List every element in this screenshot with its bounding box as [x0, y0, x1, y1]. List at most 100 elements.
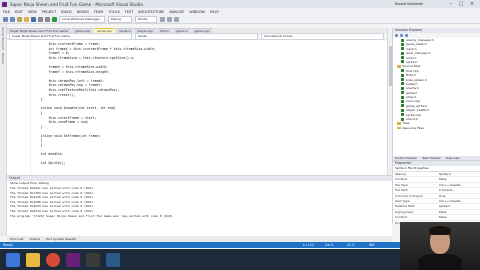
solution-tree-label: level_manager.h	[406, 51, 431, 56]
solution-tree-label: sound.h	[406, 117, 418, 122]
solution-tree-label: main.h	[406, 55, 417, 60]
menu-item-help[interactable]: HELP	[210, 10, 219, 14]
status-ready: Ready	[3, 243, 13, 247]
webcam-overlay	[400, 222, 480, 270]
property-name: Relative Path	[395, 204, 415, 209]
solution-tree-label: Source Files	[402, 64, 421, 69]
property-name: File Type	[395, 182, 408, 187]
collapse-icon[interactable]	[405, 34, 408, 37]
menu-item-edit[interactable]: EDIT	[15, 10, 23, 14]
menu-item-debug[interactable]: DEBUG	[77, 10, 89, 14]
server-explorer-tab[interactable]: Server Explorer	[1, 27, 5, 50]
property-value[interactable]: Sprite.h	[439, 172, 479, 176]
member-dropdown[interactable]: Animate(int frame)	[261, 33, 384, 40]
solution-tree-label: HUD.h	[406, 73, 416, 78]
close-button[interactable]: ×	[468, 1, 476, 7]
property-name: Content	[395, 215, 407, 220]
property-value[interactable]: True	[439, 194, 479, 198]
status-bar: Ready Ln 112 Col 5 Ch 5 INS	[0, 242, 400, 248]
maximize-button[interactable]: □	[457, 1, 465, 7]
menu-item-analyze[interactable]: ANALYZE	[169, 10, 184, 14]
code-line: int Sprite();	[33, 161, 66, 166]
property-value[interactable]: sprite.h	[439, 204, 479, 208]
user-name[interactable]: Ronald Goldsmith	[395, 2, 445, 6]
property-name: Content	[395, 177, 407, 182]
properties-panel: Properties Sprite.h File Properties (Nam…	[392, 160, 480, 226]
menu-item-project[interactable]: PROJECT	[42, 10, 57, 14]
solution-tree-label: fruit.cpp	[406, 68, 419, 73]
property-name: (Name)	[395, 172, 407, 176]
menu-item-tools[interactable]: TOOLS	[108, 10, 119, 14]
undo-icon[interactable]	[38, 16, 43, 22]
start-debug-icon[interactable]	[52, 16, 57, 22]
file-icon	[401, 47, 404, 51]
scope-dropdown[interactable]: Sprite	[135, 33, 258, 40]
save-icon[interactable]	[31, 16, 36, 22]
title-bar: Super Ninja Sheen and Fruit Fun Game - M…	[0, 0, 480, 8]
menu-item-architecture[interactable]: ARCHITECTURE	[138, 10, 164, 14]
file-icon	[401, 42, 404, 46]
forward-icon[interactable]	[10, 16, 15, 22]
solution-tree-label: input.h	[406, 46, 417, 51]
output-line: The program '[7124] Super Ninja Sheen an…	[10, 213, 175, 218]
solution-tree-item[interactable]: Resource Files	[397, 126, 480, 130]
solution-tree-label: game_sprite.h	[406, 103, 428, 108]
file-icon	[401, 51, 404, 55]
new-file-icon[interactable]	[17, 16, 22, 22]
minimize-button[interactable]: –	[447, 1, 455, 7]
code-body[interactable]: this->currentFrame = frame; int frameX =…	[33, 42, 383, 166]
toolbox-tab[interactable]: Toolbox	[1, 53, 5, 64]
back-icon[interactable]	[3, 16, 8, 22]
file-icon	[401, 99, 404, 103]
output-text[interactable]: The thread 0x2a9c has exited with code 0…	[7, 186, 392, 218]
open-icon[interactable]	[24, 16, 29, 22]
solution-tree-label: sprite.h	[406, 59, 418, 64]
window-title: Super Ninja Sheen and Fruit Fun Game - M…	[10, 1, 143, 7]
property-value[interactable]: C:\Users\...	[439, 188, 479, 192]
project-dropdown[interactable]: Super Ninja Sheen and Fruit Fun Game	[9, 33, 132, 40]
menu-item-view[interactable]: VIEW	[28, 10, 37, 14]
menu-item-window[interactable]: WINDOW	[189, 10, 205, 14]
config-select[interactable]: Debug	[108, 15, 132, 23]
platform-select[interactable]: Win32	[135, 15, 157, 23]
solution-tree-label: player_health.h	[406, 108, 430, 113]
toolbar: Local Windows Debugger Debug Win32	[0, 15, 480, 24]
menu-bar: FILE EDIT VIEW PROJECT BUILD DEBUG TEAM TOOLS TE…	[0, 8, 480, 15]
redo-icon[interactable]	[45, 16, 50, 22]
solution-tree: enemy_manager.h game_state.h input.h level_…	[393, 38, 480, 130]
debugger-select[interactable]: Local Windows Debugger	[59, 15, 105, 23]
chrome-icon[interactable]	[46, 252, 60, 267]
refresh-icon[interactable]	[400, 34, 403, 37]
left-tool-strip: Server Explorer Toolbox	[0, 24, 7, 236]
status-col: Col 5	[325, 243, 334, 247]
comment-icon[interactable]	[167, 16, 172, 22]
solution-tree-label: boss_spawn.h	[406, 77, 427, 82]
visual-studio-icon[interactable]	[66, 252, 80, 267]
file-icon	[401, 113, 404, 117]
menu-item-file[interactable]: FILE	[3, 10, 10, 14]
explorer-icon[interactable]	[26, 252, 40, 267]
code-editor[interactable]: this->currentFrame = frame; int frameX =…	[7, 40, 387, 175]
vs-logo-icon	[2, 1, 7, 7]
output-window: Output Show output from: Debug The threa…	[7, 175, 392, 236]
solution-tree-label: bullet.h	[406, 81, 418, 86]
terminal-icon[interactable]	[106, 252, 120, 267]
status-ins: INS	[369, 243, 375, 247]
media-icon[interactable]	[86, 252, 100, 267]
menu-item-build[interactable]: BUILD	[61, 10, 71, 14]
file-icon	[401, 38, 404, 42]
solution-tree-label: enemy.h	[406, 86, 419, 91]
home-icon[interactable]	[395, 34, 398, 37]
property-value[interactable]: C/C++ header	[439, 183, 479, 187]
file-icon	[401, 82, 404, 86]
menu-item-test[interactable]: TEST	[125, 10, 133, 14]
find-icon[interactable]	[160, 16, 165, 22]
property-value[interactable]: C/C++ header	[439, 199, 479, 203]
property-value[interactable]: False	[439, 177, 479, 181]
property-value[interactable]: False	[439, 210, 479, 214]
menu-item-team[interactable]: TEAM	[94, 10, 103, 14]
property-value[interactable]: False	[439, 215, 479, 219]
file-icon	[401, 78, 404, 82]
bookmark-icon[interactable]	[174, 16, 179, 22]
windows-start-icon[interactable]	[6, 252, 20, 267]
